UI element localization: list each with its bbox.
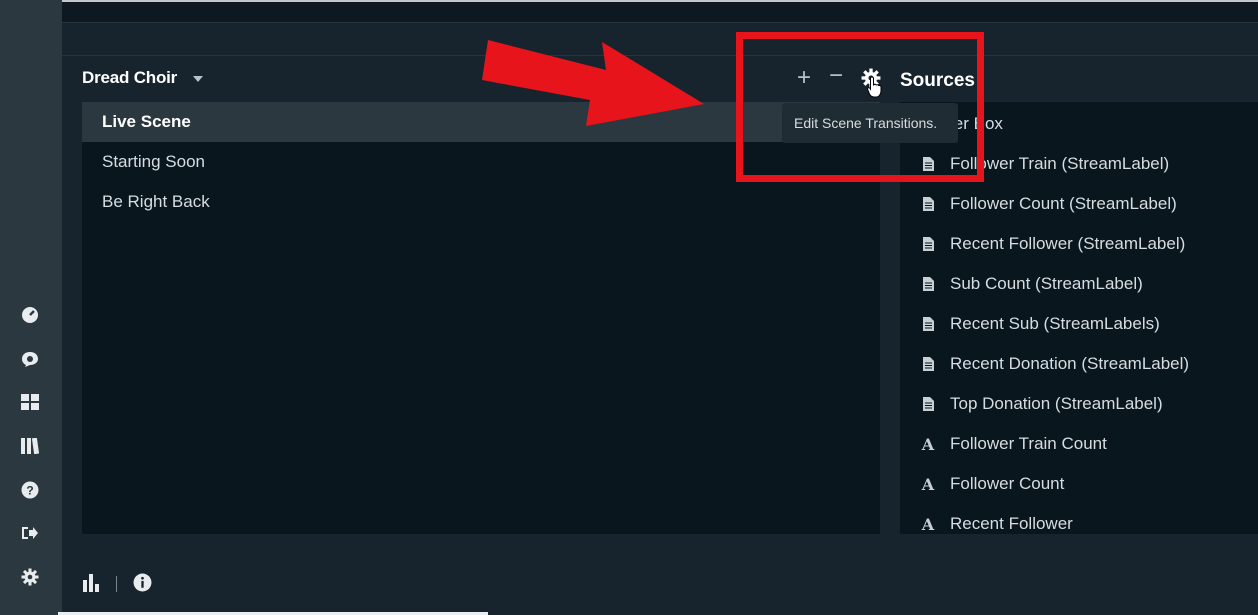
source-label: Recent Follower: [950, 514, 1073, 533]
sidebar: ?: [0, 0, 62, 615]
library-icon[interactable]: [20, 436, 40, 456]
file-icon: [918, 237, 938, 251]
chat-icon[interactable]: [20, 349, 40, 369]
file-icon: [918, 397, 938, 411]
scene-collection-name[interactable]: Dread Choir: [82, 68, 177, 88]
settings-gear-icon[interactable]: [20, 567, 40, 587]
layout-icon[interactable]: [20, 392, 40, 412]
file-icon: [918, 357, 938, 371]
file-icon: [918, 197, 938, 211]
text-icon: A: [921, 434, 935, 454]
footer-divider: [116, 576, 117, 592]
file-icon: [918, 317, 938, 331]
scene-item-be-right-back[interactable]: Be Right Back: [82, 182, 880, 222]
footer: [62, 554, 1258, 612]
source-item[interactable]: Recent Sub (StreamLabels): [900, 304, 1258, 344]
source-item[interactable]: A Recent Follower: [900, 504, 1258, 534]
text-icon: A: [921, 514, 935, 534]
source-label: Follower Train Count: [950, 434, 1107, 453]
red-arrow-annotation: [482, 40, 704, 126]
source-label: Recent Donation (StreamLabel): [950, 354, 1190, 373]
source-item[interactable]: A Follower Train Count: [900, 424, 1258, 464]
source-item[interactable]: Recent Donation (StreamLabel): [900, 344, 1258, 384]
info-icon[interactable]: [133, 573, 152, 597]
logout-icon[interactable]: [20, 523, 40, 543]
file-icon: [918, 277, 938, 291]
source-item[interactable]: Recent Follower (StreamLabel): [900, 224, 1258, 264]
chevron-down-icon[interactable]: [193, 76, 204, 82]
source-item[interactable]: Sub Count (StreamLabel): [900, 264, 1258, 304]
source-label: Recent Follower (StreamLabel): [950, 234, 1186, 253]
text-icon: A: [921, 474, 935, 494]
source-item[interactable]: A Follower Count: [900, 464, 1258, 504]
source-label: Recent Sub (StreamLabels): [950, 314, 1160, 333]
source-label: Top Donation (StreamLabel): [950, 394, 1163, 413]
scene-collection-selector[interactable]: Dread Choir: [82, 68, 204, 88]
source-item[interactable]: Follower Count (StreamLabel): [900, 184, 1258, 224]
stats-chart-icon[interactable]: [82, 574, 100, 597]
svg-text:?: ?: [26, 484, 33, 498]
source-label: Follower Count (StreamLabel): [950, 194, 1177, 213]
source-label: Follower Count: [950, 474, 1065, 493]
help-icon[interactable]: ?: [20, 480, 40, 500]
preview-area: [62, 2, 1258, 22]
red-highlight-box: [736, 32, 984, 182]
source-item[interactable]: Top Donation (StreamLabel): [900, 384, 1258, 424]
source-label: Sub Count (StreamLabel): [950, 274, 1143, 293]
dashboard-icon[interactable]: [20, 305, 40, 325]
